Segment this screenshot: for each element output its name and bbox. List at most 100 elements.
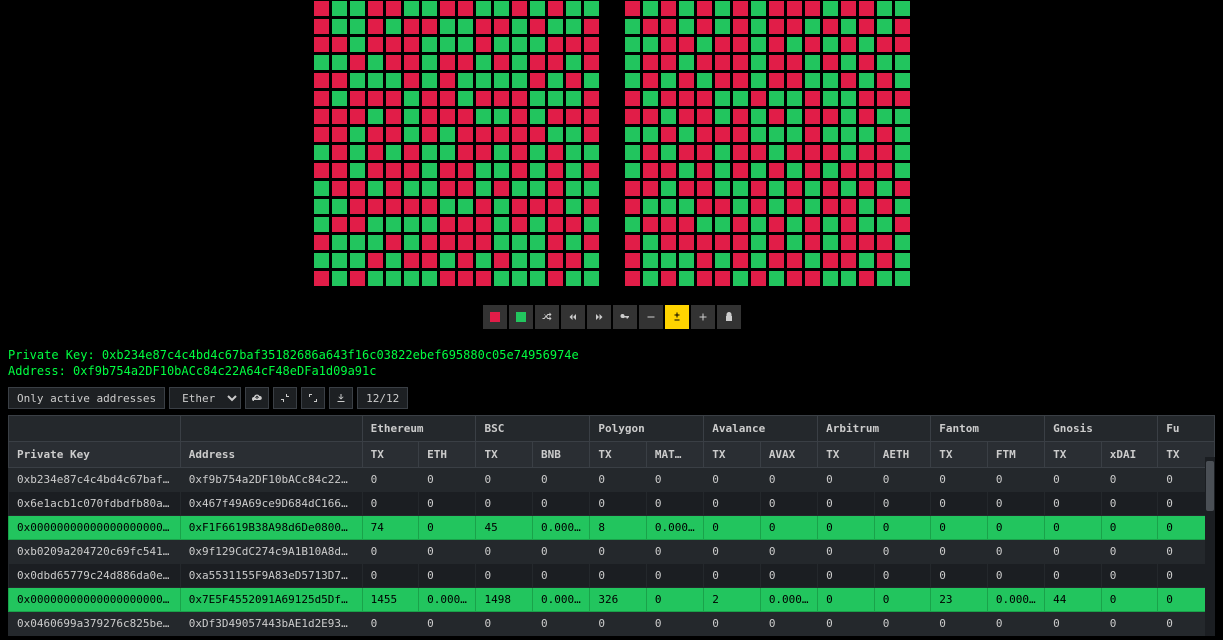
bit-cell[interactable] (840, 36, 857, 53)
bit-cell[interactable] (583, 162, 600, 179)
bit-cell[interactable] (858, 198, 875, 215)
bit-cell[interactable] (511, 144, 528, 161)
bit-cell[interactable] (894, 90, 911, 107)
bit-cell[interactable] (421, 252, 438, 269)
bit-cell[interactable] (421, 108, 438, 125)
bit-cell[interactable] (786, 198, 803, 215)
bit-cell[interactable] (457, 18, 474, 35)
bit-cell[interactable] (457, 0, 474, 17)
bit-cell[interactable] (768, 36, 785, 53)
column-header[interactable]: TX (1045, 442, 1102, 468)
bit-cell[interactable] (840, 108, 857, 125)
bit-cell[interactable] (565, 198, 582, 215)
chain-header[interactable]: Avalance (704, 416, 818, 442)
bit-cell[interactable] (565, 54, 582, 71)
bit-cell[interactable] (493, 162, 510, 179)
bit-cell[interactable] (475, 162, 492, 179)
bit-cell[interactable] (421, 162, 438, 179)
bit-cell[interactable] (822, 252, 839, 269)
bit-cell[interactable] (385, 198, 402, 215)
column-header[interactable]: MAT… (646, 442, 703, 468)
bit-cell[interactable] (493, 126, 510, 143)
bit-cell[interactable] (894, 126, 911, 143)
bit-cell[interactable] (768, 252, 785, 269)
bit-cell[interactable] (696, 126, 713, 143)
bit-cell[interactable] (786, 252, 803, 269)
bit-cell[interactable] (768, 270, 785, 287)
bit-cell[interactable] (696, 18, 713, 35)
bit-cell[interactable] (439, 18, 456, 35)
bit-cell[interactable] (840, 198, 857, 215)
bit-cell[interactable] (565, 234, 582, 251)
bit-cell[interactable] (786, 72, 803, 89)
chain-header[interactable]: Gnosis (1045, 416, 1158, 442)
bit-cell[interactable] (858, 0, 875, 17)
bit-cell[interactable] (750, 144, 767, 161)
bit-cell[interactable] (876, 90, 893, 107)
bit-cell[interactable] (403, 54, 420, 71)
bit-cell[interactable] (678, 36, 695, 53)
bit-cell[interactable] (714, 198, 731, 215)
bit-cell[interactable] (696, 108, 713, 125)
bit-cell[interactable] (313, 162, 330, 179)
bit-cell[interactable] (385, 162, 402, 179)
bit-cell[interactable] (511, 54, 528, 71)
bit-cell[interactable] (421, 36, 438, 53)
bit-cell[interactable] (583, 252, 600, 269)
bit-cell[interactable] (858, 36, 875, 53)
bit-cell[interactable] (660, 216, 677, 233)
bit-cell[interactable] (349, 0, 366, 17)
bit-cell[interactable] (511, 180, 528, 197)
bit-cell[interactable] (858, 126, 875, 143)
bit-cell[interactable] (421, 216, 438, 233)
column-header[interactable]: Address (180, 442, 362, 468)
column-header[interactable]: FTM (987, 442, 1044, 468)
bit-cell[interactable] (511, 216, 528, 233)
bit-cell[interactable] (894, 270, 911, 287)
bit-cell[interactable] (660, 180, 677, 197)
bit-cell[interactable] (583, 18, 600, 35)
bit-cell[interactable] (493, 234, 510, 251)
bit-cell[interactable] (403, 90, 420, 107)
bit-cell[interactable] (511, 90, 528, 107)
bit-cell[interactable] (624, 126, 641, 143)
bit-cell[interactable] (840, 144, 857, 161)
bit-cell[interactable] (840, 252, 857, 269)
bit-cell[interactable] (457, 270, 474, 287)
bit-cell[interactable] (349, 90, 366, 107)
bit-cell[interactable] (822, 108, 839, 125)
bit-cell[interactable] (786, 108, 803, 125)
bit-cell[interactable] (493, 18, 510, 35)
bit-cell[interactable] (583, 0, 600, 17)
bit-cell[interactable] (732, 198, 749, 215)
bit-cell[interactable] (894, 216, 911, 233)
bit-cell[interactable] (493, 90, 510, 107)
bit-cell[interactable] (678, 216, 695, 233)
table-row[interactable]: 0x00000000000000000000000…0x7E5F4552091A… (9, 588, 1215, 612)
bit-cell[interactable] (732, 108, 749, 125)
bit-cell[interactable] (768, 162, 785, 179)
bit-cell[interactable] (565, 108, 582, 125)
bit-cell[interactable] (511, 126, 528, 143)
bit-cell[interactable] (565, 216, 582, 233)
bit-cell[interactable] (858, 144, 875, 161)
bit-cell[interactable] (331, 72, 348, 89)
bit-cell[interactable] (642, 126, 659, 143)
bit-cell[interactable] (732, 216, 749, 233)
chain-select[interactable]: Ether (169, 387, 241, 409)
bit-cell[interactable] (786, 180, 803, 197)
bit-cell[interactable] (583, 126, 600, 143)
bit-cell[interactable] (732, 144, 749, 161)
bit-cell[interactable] (876, 126, 893, 143)
bit-cell[interactable] (421, 90, 438, 107)
green-square-button[interactable] (509, 305, 533, 329)
bit-cell[interactable] (475, 72, 492, 89)
bit-cell[interactable] (331, 144, 348, 161)
bit-cell[interactable] (822, 36, 839, 53)
bit-cell[interactable] (714, 162, 731, 179)
bit-cell[interactable] (421, 144, 438, 161)
bit-cell[interactable] (804, 180, 821, 197)
next-button[interactable] (587, 305, 611, 329)
bit-cell[interactable] (439, 270, 456, 287)
table-row[interactable]: 0x0dbd65779c24d886da0ef96…0xa5531155F9A8… (9, 564, 1215, 588)
